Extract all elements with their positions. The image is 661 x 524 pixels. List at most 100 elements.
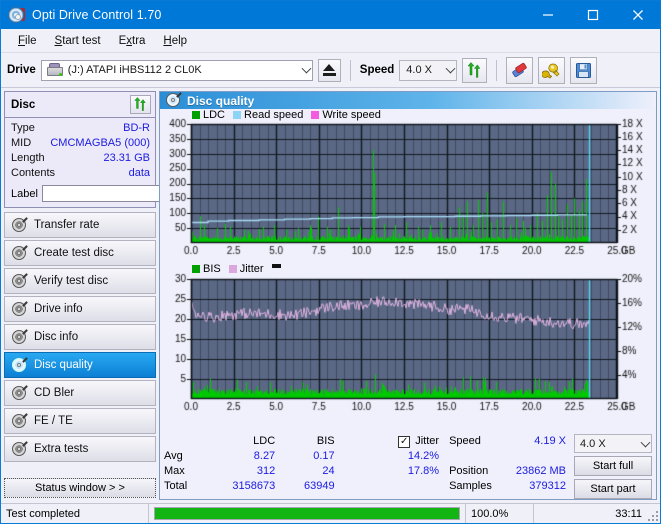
app-window: Opti Drive Control 1.70 File Start test … — [0, 0, 661, 524]
chevron-down-icon — [445, 63, 456, 74]
legend-swatch-read-speed — [233, 111, 242, 119]
disc-row-value: CMCMAGBA5 (000) — [50, 137, 150, 149]
speed-select[interactable]: 4.0 X — [399, 59, 458, 81]
menu-bar: File Start test Extra Help — [1, 29, 660, 53]
toolbar: Drive (J:) ATAPI iHBS112 2 CL0K Speed 4.… — [1, 53, 660, 88]
sidebar-item-transfer-rate[interactable]: Transfer rate — [4, 212, 156, 238]
eject-button[interactable] — [317, 58, 341, 82]
main-body: Disc Type BD-R MID CMCMAGBA5 (000) Lengt… — [1, 88, 660, 503]
legend-label-read-speed: Read speed — [244, 109, 304, 121]
disc-info-rows: Type BD-R MID CMCMAGBA5 (000) Length 23.… — [5, 118, 245, 207]
stats-ldc-max: 312 — [256, 465, 276, 477]
refresh-disc-button[interactable] — [130, 95, 151, 114]
status-message-cell: Test completed — [1, 504, 149, 523]
status-elapsed-cell: 33:11 — [534, 504, 660, 523]
start-part-button[interactable]: Start part — [574, 479, 652, 499]
stats-label-position: Position — [449, 465, 489, 477]
disc-info-title: Disc — [11, 98, 36, 111]
wrench-icon — [542, 63, 560, 78]
sidebar-item-fe-te[interactable]: FE / TE — [4, 408, 156, 434]
menu-file[interactable]: File — [9, 33, 46, 49]
legend-swatch-jitter — [228, 265, 237, 273]
stats-row-label-max: Max — [164, 465, 185, 477]
legend-label-write-speed: Write speed — [322, 109, 381, 121]
drive-select[interactable]: (J:) ATAPI iHBS112 2 CL0K — [40, 59, 313, 81]
sidebar-item-verify-test-disc[interactable]: Verify test disc — [4, 268, 156, 294]
sidebar-item-disc-info[interactable]: Disc info — [4, 324, 156, 350]
chevron-down-icon — [640, 437, 651, 447]
disc-test-icon — [12, 356, 28, 373]
sidebar-item-label: Verify test disc — [34, 275, 109, 287]
bis-jitter-chart: BIS Jitter — [160, 261, 656, 419]
sidebar-item-cd-bler[interactable]: CD Bler — [4, 380, 156, 406]
refresh-button[interactable] — [462, 57, 488, 83]
stats-samples-value: 379312 — [529, 480, 566, 492]
progress-percent-text: 100.0% — [471, 507, 509, 520]
legend-marker-icon — [271, 264, 281, 268]
disc-test-icon — [12, 272, 28, 289]
bis-jitter-canvas — [160, 261, 651, 419]
menu-help[interactable]: Help — [154, 33, 196, 49]
close-button[interactable] — [615, 1, 660, 29]
legend-swatch-write-speed — [311, 111, 320, 119]
drive-label: Drive — [7, 64, 36, 76]
menu-start-test[interactable]: Start test — [46, 33, 110, 49]
test-speed-select[interactable]: 4.0 X — [574, 434, 652, 453]
drive-icon — [46, 63, 63, 77]
eraser-icon — [512, 62, 527, 77]
stats-col-jitter: ✓ Jitter 14.2% 17.8% — [357, 434, 439, 499]
sidebar-item-disc-quality[interactable]: Disc quality — [4, 352, 156, 378]
save-button[interactable] — [570, 56, 598, 84]
title-bar: Opti Drive Control 1.70 — [1, 1, 660, 29]
sidebar-item-label: CD Bler — [34, 387, 75, 399]
menu-extra[interactable]: Extra — [110, 33, 155, 49]
optical-disc-icon — [7, 6, 25, 24]
stats-header-ldc: LDC — [253, 435, 276, 447]
stats-ldc-avg: 8.27 — [253, 450, 276, 462]
disc-row-key: Length — [11, 152, 45, 164]
charts-container: LDC Read speed Write speed BIS Jitter — [160, 109, 656, 431]
page-title: Disc quality — [187, 93, 255, 108]
status-window-button[interactable]: Status window > > — [4, 478, 156, 498]
sidebar-item-drive-info[interactable]: Drive info — [4, 296, 156, 322]
disc-row-value: data — [128, 167, 150, 179]
start-full-button[interactable]: Start full — [574, 456, 652, 476]
tools-button[interactable] — [538, 56, 566, 84]
stats-speed-value: 4.19 X — [534, 435, 566, 447]
disc-quality-panel: Disc quality LDC Read speed Write speed — [159, 91, 657, 500]
save-icon — [576, 62, 592, 78]
disc-row-mid: MID CMCMAGBA5 (000) — [11, 136, 150, 151]
refresh-disc-icon — [134, 97, 146, 111]
erase-button[interactable] — [506, 56, 534, 84]
sidebar-item-extra-tests[interactable]: Extra tests — [4, 436, 156, 462]
legend-swatch-ldc — [192, 111, 200, 119]
disc-test-icon — [12, 300, 28, 317]
stats-row-label-total: Total — [164, 480, 188, 492]
status-message: Test completed — [6, 507, 80, 520]
stats-col-bis: BIS 0.17 24 63949 — [275, 434, 335, 499]
minimize-button[interactable] — [525, 1, 570, 29]
legend-label-bis: BIS — [203, 263, 221, 275]
legend-label-jitter: Jitter — [239, 263, 264, 275]
stats-row-label-avg: Avg — [164, 450, 183, 462]
toolbar-divider — [349, 59, 351, 81]
content-area: Disc quality LDC Read speed Write speed — [159, 88, 660, 503]
sidebar-item-label: Disc info — [34, 331, 79, 343]
stats-bis-total: 63949 — [304, 480, 335, 492]
toolbar-divider — [496, 59, 498, 81]
maximize-button[interactable] — [570, 1, 615, 29]
disc-row-type: Type BD-R — [11, 121, 150, 136]
sidebar: Disc Type BD-R MID CMCMAGBA5 (000) Lengt… — [1, 88, 245, 503]
legend-label-ldc: LDC — [203, 109, 226, 121]
disc-label-row: Label — [11, 184, 245, 203]
sidebar-item-create-test-disc[interactable]: Create test disc — [4, 240, 156, 266]
resize-grip-icon[interactable] — [648, 511, 658, 521]
sidebar-item-label: Create test disc — [34, 247, 114, 259]
jitter-checkbox[interactable]: ✓ — [398, 435, 411, 448]
status-bar: Test completed 100.0% 33:11 — [1, 503, 660, 523]
ldc-speed-canvas — [160, 109, 651, 261]
status-percent-cell: 100.0% — [466, 504, 534, 523]
stats-label-samples: Samples — [449, 480, 492, 492]
stats-bis-max: 24 — [322, 465, 335, 477]
disc-info-box: Disc Type BD-R MID CMCMAGBA5 (000) Lengt… — [4, 91, 245, 208]
